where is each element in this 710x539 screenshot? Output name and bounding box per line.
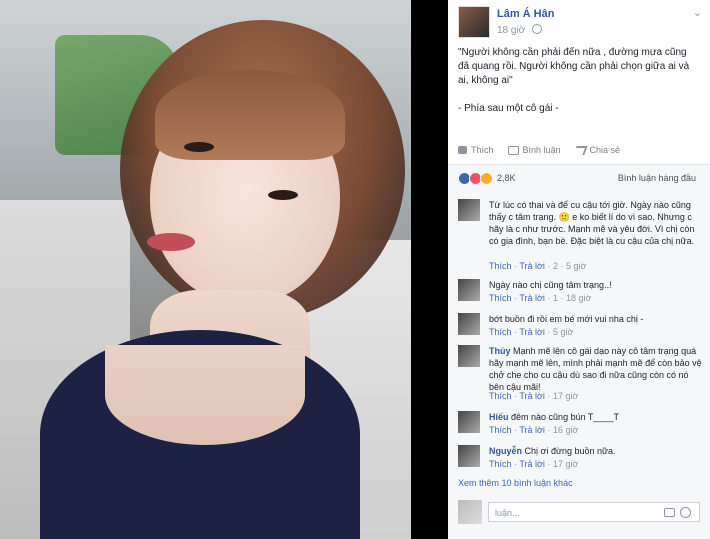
comment-text: Chị ơi đừng buồn nữa. [524,446,616,456]
commenter-name[interactable]: Nguyễn [489,446,522,456]
comment-time[interactable]: 17 giờ [553,459,578,469]
comment-label[interactable]: Bình luận [523,145,561,155]
reaction-icons[interactable] [458,172,493,185]
comment-body: Hiếu đêm nào cũng bún T____T [489,411,704,423]
comment-like[interactable]: Thích [489,261,512,271]
composer-avatar [458,500,482,524]
share-label[interactable]: Chia sẻ [590,145,621,155]
time-text[interactable]: 18 giờ [497,25,525,36]
comment-time[interactable]: 18 giờ [566,293,591,303]
comment-body: Nguyễn Chị ơi đừng buồn nữa. [489,445,704,457]
comment-input[interactable]: luận... [488,502,700,522]
left-eye [184,142,214,152]
like-label[interactable]: Thích [471,145,494,155]
comment-icon [507,145,519,155]
comment-likes[interactable]: 2 [553,261,558,271]
comment-time[interactable]: 16 giờ [553,425,578,435]
commenter-avatar[interactable] [458,445,480,467]
comment-meta: Thích · Trả lời · 1 · 18 giờ [489,293,592,303]
right-eye [268,190,298,200]
share-icon [572,145,588,155]
comment-like[interactable]: Thích [489,391,512,401]
comment-reply[interactable]: Trả lời [519,425,545,435]
author-avatar[interactable] [458,6,490,38]
comment-reply[interactable]: Trả lời [519,261,545,271]
comment-like[interactable]: Thích [489,459,512,469]
comment-like[interactable]: Thích [489,425,512,435]
chevron-down-icon[interactable]: ⌄ [693,6,702,19]
comment-reply[interactable]: Trả lời [519,391,545,401]
post-photo[interactable] [0,0,411,539]
comment-likes[interactable]: 1 [553,293,558,303]
comment-meta: Thích · Trả lời · 5 giờ [489,327,574,337]
like-button[interactable]: Thích [458,145,494,155]
reactions-summary: 2,8K Bình luận hàng đầu [448,165,710,192]
comment-body: Từ lúc có thai và để cu cậu tới giờ. Ngà… [489,199,704,247]
comment-meta: Thích · Trả lời · 16 giờ [489,425,579,435]
commenter-avatar[interactable] [458,313,480,335]
post-content: "Người không cần phải đến nữa , đường mư… [458,46,700,116]
post-header: Lâm Á Hân 18 giờ ⌄ [448,0,710,38]
emoji-icon[interactable] [680,507,691,518]
comment-text: Ngày nào chị cũng tâm trạng..! [489,280,612,290]
comment-like[interactable]: Thích [489,293,512,303]
comment-input-placeholder: luận... [495,508,520,518]
neckline [105,345,305,445]
comment-time[interactable]: 5 giờ [566,261,586,271]
comment-button[interactable]: Bình luận [507,145,561,155]
lips [147,233,195,251]
comment-body: Thủy Mạnh mẽ lên cô gái dạo này cô tâm t… [489,345,704,393]
comments-list: Từ lúc có thai và để cu cậu tới giờ. Ngà… [448,191,710,539]
commenter-avatar[interactable] [458,411,480,433]
comment-time[interactable]: 17 giờ [553,391,578,401]
post-text: "Người không cần phải đến nữa , đường mư… [458,47,690,86]
comment-text: bớt buồn đi rồi em bé mới vui nha chị - [489,314,644,324]
comment-meta: Thích · Trả lời · 2 · 5 giờ [489,261,587,271]
share-button[interactable]: Chia sẻ [572,145,621,155]
comment-body: bớt buồn đi rồi em bé mới vui nha chị - [489,313,704,325]
comment-meta: Thích · Trả lời · 17 giờ [489,459,579,469]
comment-text: Từ lúc có thai và để cu cậu tới giờ. Ngà… [489,200,695,246]
post-signature: - Phía sau một cô gái - [458,103,559,114]
comment-reply[interactable]: Trả lời [519,459,545,469]
sad-reaction-icon [480,172,493,185]
author-name[interactable]: Lâm Á Hân [497,8,554,20]
comment-composer: luận... [458,500,700,526]
post-actions: Thích Bình luận Chia sẻ [458,145,700,155]
comment-meta: Thích · Trả lời · 17 giờ [489,391,579,401]
commenter-avatar[interactable] [458,345,480,367]
comment-time[interactable]: 5 giờ [553,327,573,337]
commenter-avatar[interactable] [458,279,480,301]
comment-text: Mạnh mẽ lên cô gái dạo này cô tâm trạng … [489,346,702,392]
globe-icon [532,24,543,34]
camera-icon[interactable] [664,508,675,517]
commenter-name[interactable]: Hiếu [489,412,509,422]
commenter-name[interactable]: Thủy [489,346,511,356]
comment-text: đêm nào cũng bún T____T [511,412,619,422]
post-time[interactable]: 18 giờ [497,24,543,36]
comment-reply[interactable]: Trả lời [519,293,545,303]
like-icon [458,146,467,154]
post-panel: Lâm Á Hân 18 giờ ⌄ "Người không cần phải… [448,0,710,539]
comment-body: Ngày nào chị cũng tâm trạng..! [489,279,704,291]
reaction-count[interactable]: 2,8K [497,173,516,183]
commenter-avatar[interactable] [458,199,480,221]
comment-like[interactable]: Thích [489,327,512,337]
comment-sort-dropdown[interactable]: Bình luận hàng đầu [618,173,696,183]
comment-reply[interactable]: Trả lời [519,327,545,337]
view-more-comments[interactable]: Xem thêm 10 bình luận khác [458,478,573,488]
